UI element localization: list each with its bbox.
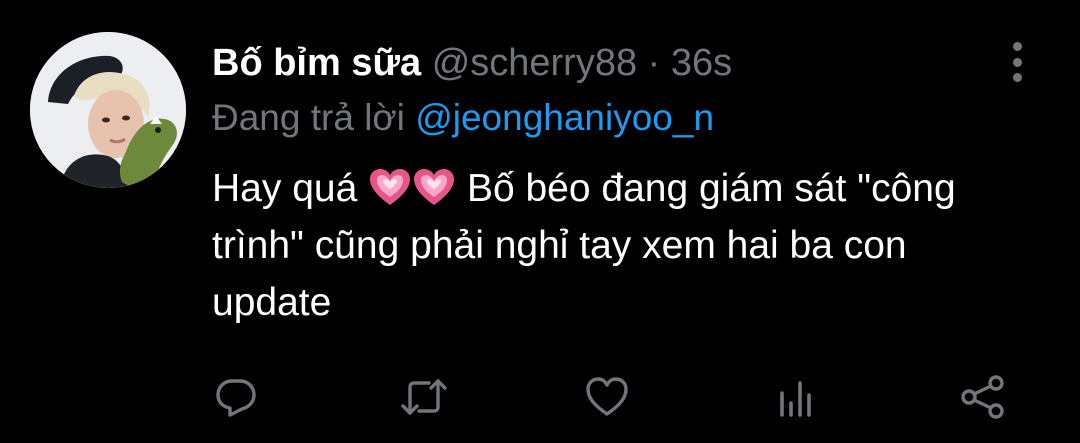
timestamp[interactable]: 36s [671,42,732,84]
reply-button[interactable] [211,372,261,422]
heart-emoji-icon [370,169,411,205]
tweet-actions [0,372,1080,422]
tweet-text: Hay quá Bố béo đang giám sát "công trình… [212,160,1032,331]
tweet-header: Bố bỉm sữa @scherry88 · 36s [212,40,1042,86]
tweet-text-part1: Hay quá [212,167,358,210]
display-name[interactable]: Bố bỉm sữa [212,42,421,84]
reply-icon [216,379,256,417]
reply-mention-link[interactable]: @jeonghaniyoo_n [415,97,714,138]
user-handle[interactable]: @scherry88 [432,42,637,84]
more-dot [1012,42,1022,51]
more-icon[interactable] [1000,42,1034,82]
reply-context: Đang trả lời @jeonghaniyoo_n [212,96,1042,140]
retweet-button[interactable] [399,372,449,422]
separator-dot: · [647,42,661,84]
tweet-body: Bố bỉm sữa @scherry88 · 36s Đang trả lời… [212,40,1042,331]
views-button[interactable] [771,372,821,422]
share-icon [961,375,1004,419]
heart-emoji-icon [414,169,455,205]
more-dot [1012,73,1022,82]
reply-prefix: Đang trả lời [212,97,405,138]
retweet-icon [401,379,447,415]
heart-icon [586,377,628,416]
avatar-image [30,32,186,188]
avatar[interactable] [30,32,186,188]
share-button[interactable] [958,372,1008,422]
analytics-icon [780,381,811,417]
more-dot [1012,57,1022,67]
like-button[interactable] [582,372,632,422]
